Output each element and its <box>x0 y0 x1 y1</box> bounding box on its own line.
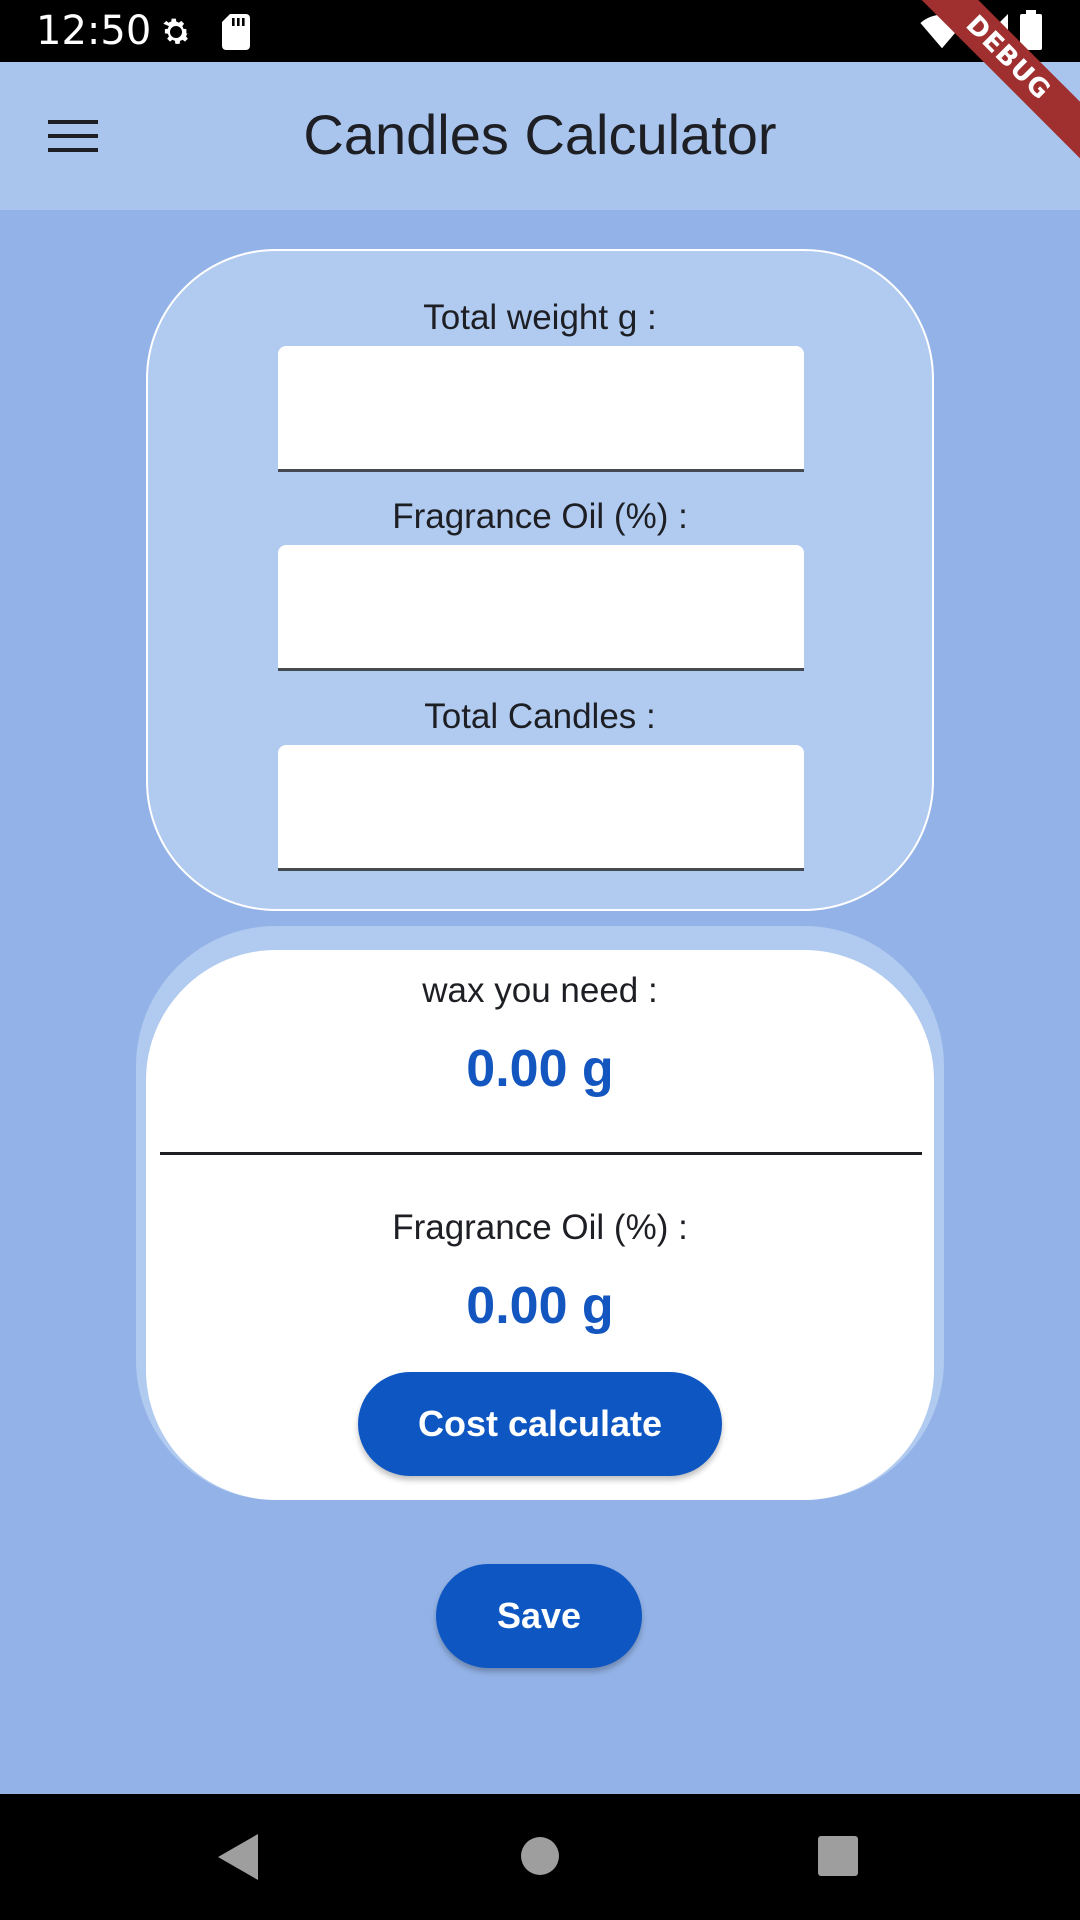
cost-calculate-button[interactable]: Cost calculate <box>358 1372 722 1476</box>
wax-label: wax you need : <box>422 971 658 1010</box>
app-bar: Candles Calculator <box>0 62 1080 210</box>
total-candles-input[interactable] <box>278 745 804 871</box>
input-card: Total weight g : Fragrance Oil (%) : Tot… <box>146 249 934 911</box>
fragrance-oil-result-label: Fragrance Oil (%) : <box>392 1208 688 1247</box>
status-bar: 12:50 <box>0 0 1080 62</box>
divider <box>160 1152 922 1155</box>
navigation-bar <box>0 1794 1080 1920</box>
gear-icon <box>158 14 194 55</box>
back-icon[interactable] <box>216 1832 260 1887</box>
sd-card-icon <box>222 14 250 55</box>
total-weight-label: Total weight g : <box>423 298 657 337</box>
page-title: Candles Calculator <box>303 103 777 166</box>
total-candles-label: Total Candles : <box>424 697 656 736</box>
results-card: wax you need : 0.00 g Fragrance Oil (%) … <box>146 950 934 1500</box>
fragrance-oil-input[interactable] <box>278 545 804 671</box>
home-icon[interactable] <box>520 1836 560 1881</box>
fragrance-oil-label: Fragrance Oil (%) : <box>392 497 688 536</box>
status-time: 12:50 <box>36 8 152 54</box>
fragrance-oil-value: 0.00 g <box>466 1277 614 1335</box>
recents-icon[interactable] <box>818 1836 858 1881</box>
total-weight-input[interactable] <box>278 346 804 472</box>
wax-value: 0.00 g <box>466 1040 614 1098</box>
save-button[interactable]: Save <box>436 1564 642 1668</box>
